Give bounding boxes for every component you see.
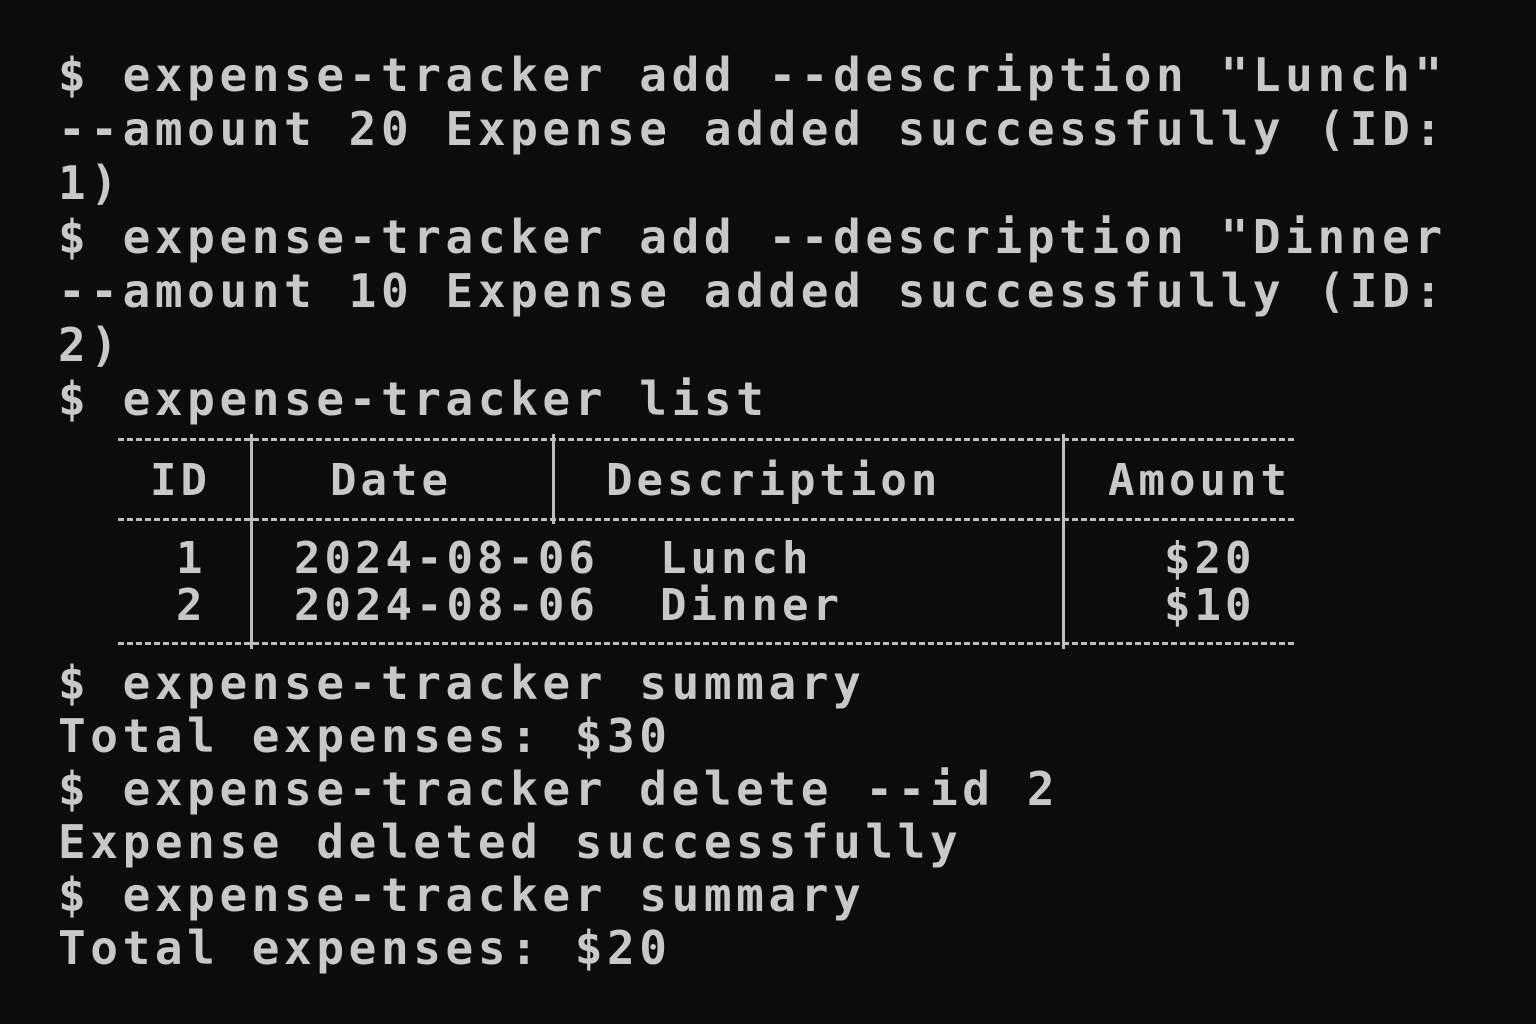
table-cell-amount: $20 bbox=[1164, 533, 1256, 584]
terminal-line-output-id-1: 1) bbox=[58, 156, 123, 210]
terminal-line-cmd-delete: $ expense-tracker delete --id 2 bbox=[58, 762, 1060, 816]
terminal-line-cmd-add-dinner: $ expense-tracker add --description "Din… bbox=[58, 210, 1447, 264]
table-cell-id: 1 bbox=[176, 533, 207, 584]
table-column-separator bbox=[552, 434, 555, 524]
table-column-separator bbox=[1062, 434, 1065, 649]
terminal-line-output-add-dinner: --amount 10 Expense added successfully (… bbox=[58, 264, 1447, 318]
table-header-id: ID bbox=[150, 455, 211, 506]
table-cell-description: Dinner bbox=[660, 580, 843, 631]
terminal-line-cmd-add-lunch: $ expense-tracker add --description "Lun… bbox=[58, 48, 1447, 102]
table-cell-id: 2 bbox=[176, 580, 207, 631]
table-cell-description: Lunch bbox=[660, 533, 813, 584]
table-column-separator bbox=[250, 434, 253, 649]
terminal-line-output-id-2: 2) bbox=[58, 318, 123, 372]
table-header-rule bbox=[118, 518, 1294, 521]
table-header-date: Date bbox=[330, 455, 452, 506]
table-cell-date: 2024-08-06 bbox=[294, 580, 599, 631]
terminal-window[interactable]: $ expense-tracker add --description "Lun… bbox=[0, 0, 1536, 1024]
expense-table: ID Date Description Amount 1 2024-08-06 … bbox=[118, 426, 1294, 656]
terminal-line-output-total-30: Total expenses: $30 bbox=[58, 709, 672, 763]
terminal-line-output-total-20: Total expenses: $20 bbox=[58, 921, 672, 975]
terminal-line-cmd-summary: $ expense-tracker summary bbox=[58, 656, 866, 710]
table-top-rule bbox=[118, 438, 1294, 441]
table-cell-date: 2024-08-06 bbox=[294, 533, 599, 584]
terminal-line-output-add-lunch: --amount 20 Expense added successfully (… bbox=[58, 102, 1447, 156]
table-cell-amount: $10 bbox=[1164, 580, 1256, 631]
table-header-amount: Amount bbox=[1108, 455, 1291, 506]
terminal-line-cmd-list: $ expense-tracker list bbox=[58, 372, 769, 426]
table-bottom-rule bbox=[118, 642, 1294, 645]
terminal-line-cmd-summary-2: $ expense-tracker summary bbox=[58, 868, 866, 922]
table-header-description: Description bbox=[606, 455, 942, 506]
terminal-line-output-deleted: Expense deleted successfully bbox=[58, 815, 963, 869]
